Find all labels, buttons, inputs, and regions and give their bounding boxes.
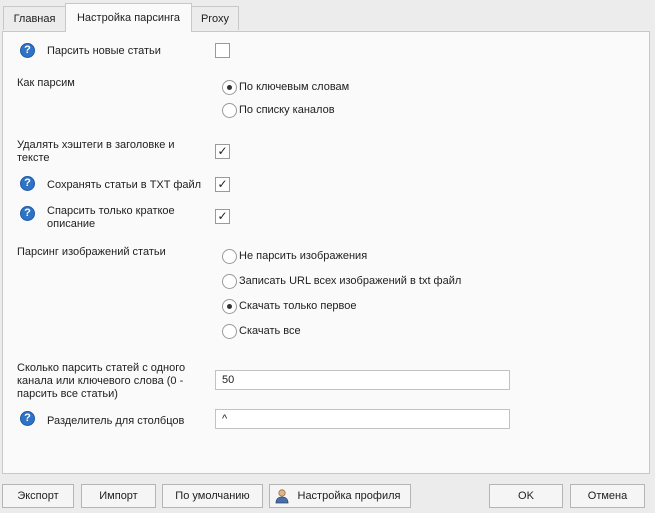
count-label-line2: канала или ключевого слова (0 - (17, 375, 184, 387)
how-parse-label: Как парсим (17, 77, 75, 89)
user-icon (275, 489, 289, 504)
tab-parsing-settings[interactable]: Настройка парсинга (65, 3, 192, 32)
short-desc-label-line2: описание (47, 218, 96, 230)
remove-hashtags-checkbox[interactable]: ✓ (215, 144, 230, 159)
settings-panel: ? Парсить новые статьи Как парсим По клю… (2, 31, 650, 474)
export-button[interactable]: Экспорт (2, 484, 74, 508)
save-txt-label: Сохранять статьи в TXT файл (47, 179, 202, 191)
radio-selected-dot (227, 304, 232, 309)
help-circle-icon[interactable]: ? (20, 206, 35, 221)
help-circle-icon[interactable]: ? (20, 411, 35, 426)
remove-hashtags-label-line2: тексте (17, 152, 50, 164)
profile-settings-button[interactable]: Настройка профиля (269, 484, 411, 508)
radio-button[interactable] (222, 103, 237, 118)
radio-label: Скачать только первое (239, 300, 357, 312)
parse-new-checkbox[interactable] (215, 43, 230, 58)
radio-button[interactable] (222, 274, 237, 289)
save-txt-checkbox[interactable]: ✓ (215, 177, 230, 192)
help-circle-icon[interactable]: ? (20, 176, 35, 191)
tab-proxy[interactable]: Proxy (191, 6, 239, 30)
radio-button[interactable] (222, 324, 237, 339)
radio-button[interactable] (222, 299, 237, 314)
separator-input[interactable]: ^ (215, 409, 510, 429)
help-circle-icon[interactable]: ? (20, 43, 35, 58)
profile-settings-label: Настройка профиля (297, 490, 401, 502)
parse-new-label: Парсить новые статьи (47, 45, 161, 57)
cancel-button[interactable]: Отмена (570, 484, 645, 508)
radio-label: По списку каналов (239, 104, 335, 116)
defaults-button[interactable]: По умолчанию (162, 484, 263, 508)
tab-main[interactable]: Главная (3, 6, 66, 30)
radio-label: Скачать все (239, 325, 301, 337)
images-parsing-label: Парсинг изображений статьи (17, 246, 166, 258)
radio-label: Не парсить изображения (239, 250, 368, 262)
tab-bar: Главная Настройка парсинга Proxy (0, 0, 655, 32)
radio-selected-dot (227, 85, 232, 90)
radio-button[interactable] (222, 80, 237, 95)
short-desc-checkbox[interactable]: ✓ (215, 209, 230, 224)
count-label-line1: Сколько парсить статей с одного (17, 362, 186, 374)
remove-hashtags-label-line1: Удалять хэштеги в заголовке и (17, 139, 175, 151)
radio-label: Записать URL всех изображений в txt файл (239, 275, 462, 287)
short-desc-label-line1: Спарсить только краткое (47, 205, 175, 217)
import-button[interactable]: Импорт (81, 484, 156, 508)
radio-label: По ключевым словам (239, 81, 350, 93)
radio-button[interactable] (222, 249, 237, 264)
ok-button[interactable]: OK (489, 484, 563, 508)
count-label-line3: парсить все статьи) (17, 388, 118, 400)
separator-label: Разделитель для столбцов (47, 415, 185, 427)
count-input[interactable]: 50 (215, 370, 510, 390)
